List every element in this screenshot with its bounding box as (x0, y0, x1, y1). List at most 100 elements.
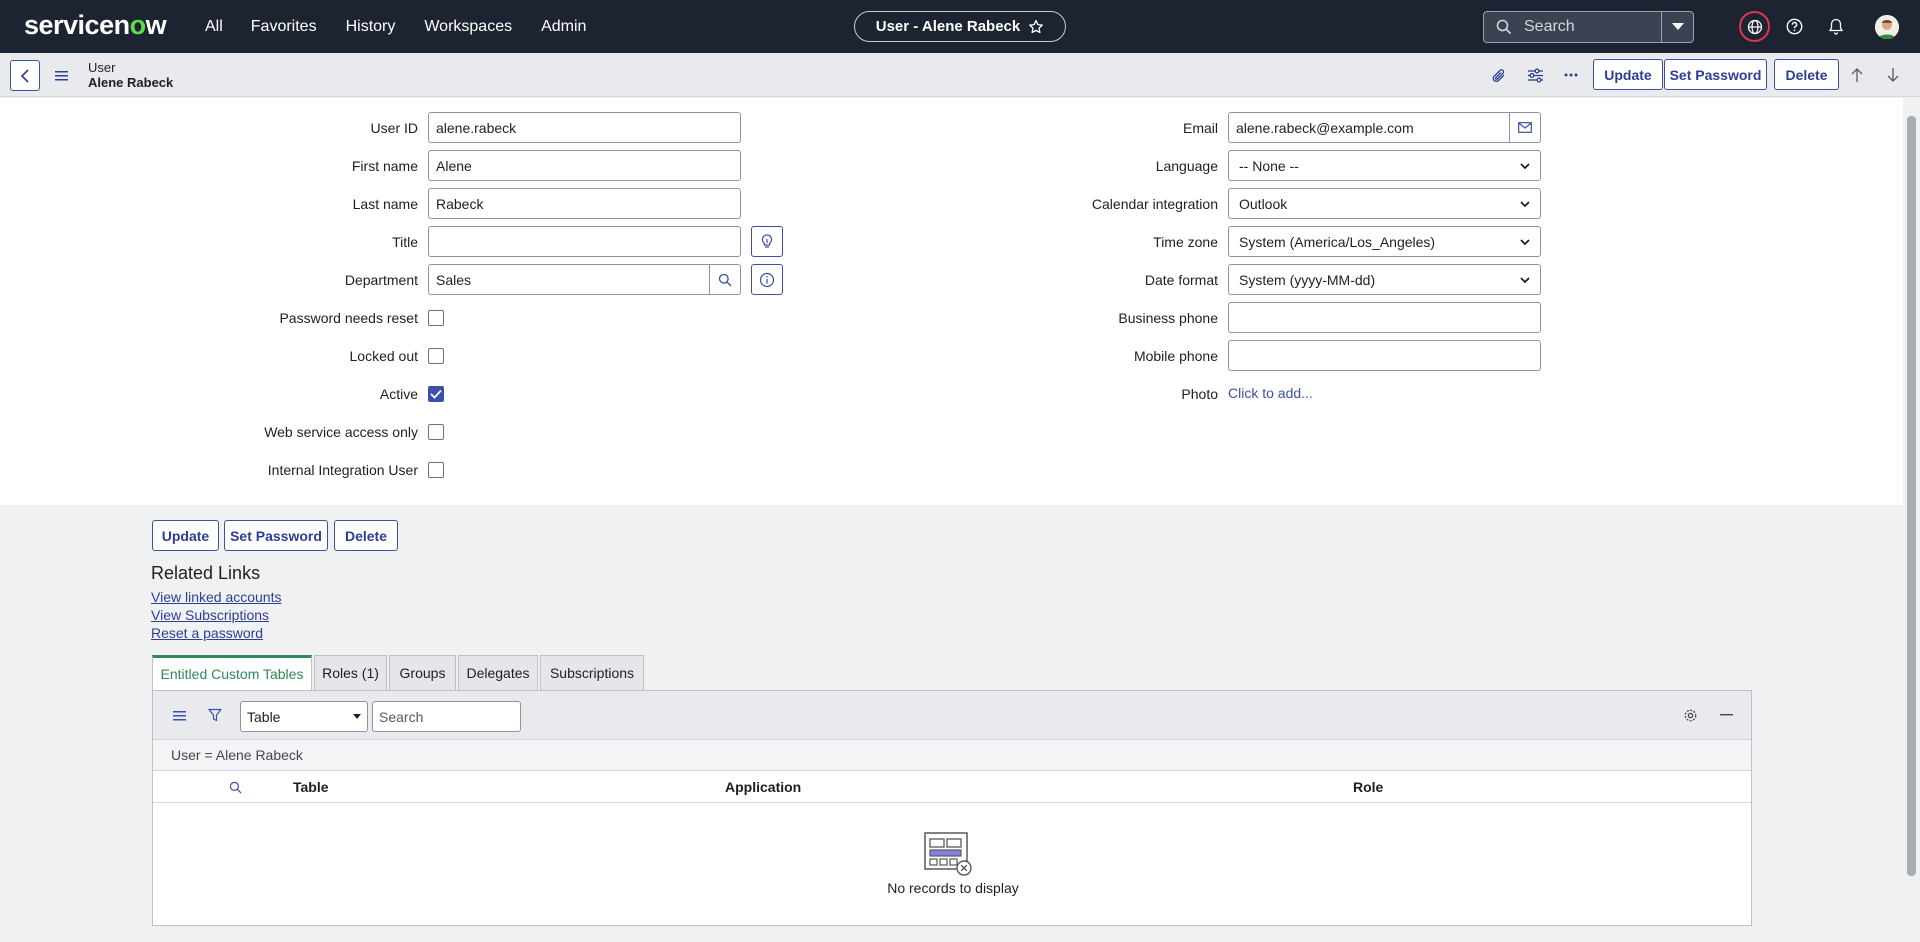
nav-history[interactable]: History (346, 18, 396, 36)
date-format-value: System (yyyy-MM-dd) (1239, 271, 1376, 288)
time-zone-select[interactable]: System (America/Los_Angeles) (1228, 226, 1541, 257)
lightbulb-icon (761, 233, 773, 248)
bell-icon[interactable] (1826, 17, 1845, 36)
reset-password-link[interactable]: Reset a password (151, 625, 263, 641)
nav-favorites[interactable]: Favorites (251, 18, 317, 36)
help-icon[interactable] (1785, 17, 1804, 36)
search-field-select[interactable]: Table (240, 701, 368, 732)
view-linked-accounts-link[interactable]: View linked accounts (151, 589, 281, 605)
delete-button[interactable]: Delete (1774, 59, 1839, 90)
list-toolbar: Table Search (153, 691, 1751, 739)
web-service-access-label: Web service access only (264, 424, 418, 440)
department-info-button[interactable] (751, 264, 783, 295)
back-button[interactable] (10, 60, 40, 91)
search-input[interactable]: Search (1524, 18, 1661, 36)
column-header-table[interactable]: Table (293, 779, 329, 795)
bottom-update-button[interactable]: Update (152, 520, 219, 551)
tab-entitled-custom-tables[interactable]: Entitled Custom Tables (152, 655, 312, 690)
user-id-field[interactable]: alene.rabeck (428, 112, 741, 143)
view-subscriptions-link[interactable]: View Subscriptions (151, 607, 269, 623)
email-field[interactable]: alene.rabeck@example.com (1228, 112, 1510, 143)
photo-label: Photo (1181, 386, 1218, 402)
info-icon (759, 272, 775, 287)
last-name-field[interactable]: Rabeck (428, 188, 741, 219)
internal-integration-user-checkbox[interactable] (428, 462, 444, 478)
context-menu-icon[interactable] (55, 68, 68, 84)
arrow-up-icon[interactable] (1848, 66, 1866, 84)
business-phone-field[interactable] (1228, 302, 1541, 333)
form-record-name: Alene Rabeck (88, 75, 174, 90)
caret-down-icon (353, 714, 361, 719)
caret-down-icon (1671, 23, 1684, 30)
search-scope-dropdown[interactable] (1661, 12, 1693, 42)
tab-groups[interactable]: Groups (389, 655, 456, 690)
calendar-integration-select[interactable]: Outlook (1228, 188, 1541, 219)
nav-all[interactable]: All (205, 18, 223, 36)
search-icon (1496, 19, 1512, 35)
more-options-icon[interactable] (1562, 66, 1580, 84)
title-suggestion-button[interactable] (751, 226, 783, 257)
form-table-name: User (88, 60, 116, 75)
last-name-label: Last name (352, 196, 418, 212)
list-column-headers: Table Application Role (153, 771, 1751, 803)
arrow-down-icon[interactable] (1884, 66, 1902, 84)
set-password-button[interactable]: Set Password (1664, 59, 1767, 90)
title-field[interactable] (428, 226, 741, 257)
date-format-select[interactable]: System (yyyy-MM-dd) (1228, 264, 1541, 295)
column-header-role[interactable]: Role (1353, 779, 1383, 795)
tab-delegates[interactable]: Delegates (458, 655, 538, 690)
nav-menu: All Favorites History Workspaces Admin (205, 0, 615, 53)
filter-icon[interactable] (206, 706, 224, 724)
bottom-delete-button[interactable]: Delete (334, 520, 398, 551)
collapse-icon[interactable] (1717, 706, 1735, 724)
language-select[interactable]: -- None -- (1228, 150, 1541, 181)
nav-workspaces[interactable]: Workspaces (424, 18, 512, 36)
personalize-form-icon[interactable] (1526, 66, 1544, 84)
search-icon (718, 273, 732, 286)
breadcrumb-filter[interactable]: User = Alene Rabeck (153, 739, 1751, 771)
list-menu-icon[interactable] (170, 706, 188, 724)
send-email-button[interactable] (1509, 112, 1541, 143)
department-field[interactable]: Sales (428, 264, 710, 295)
first-name-field[interactable]: Alene (428, 150, 741, 181)
empty-list-icon (923, 831, 973, 880)
attachment-icon[interactable] (1490, 66, 1508, 84)
locked-out-label: Locked out (349, 348, 419, 364)
list-search-input[interactable]: Search (372, 701, 521, 732)
password-needs-reset-label: Password needs reset (279, 310, 418, 326)
password-needs-reset-checkbox[interactable] (428, 310, 444, 326)
department-lookup-button[interactable] (709, 264, 741, 295)
chevron-down-icon (1520, 162, 1530, 169)
mobile-phone-label: Mobile phone (1133, 348, 1218, 364)
email-label: Email (1182, 120, 1218, 136)
tab-subscriptions[interactable]: Subscriptions (540, 655, 644, 690)
mobile-phone-field[interactable] (1228, 340, 1541, 371)
search-field-value: Table (247, 708, 281, 725)
search-icon[interactable] (229, 781, 242, 794)
user-avatar[interactable] (1875, 15, 1899, 39)
active-checkbox[interactable] (428, 386, 444, 402)
nav-admin[interactable]: Admin (541, 18, 586, 36)
star-icon[interactable] (1028, 19, 1044, 35)
web-service-access-checkbox[interactable] (428, 424, 444, 440)
page-scrollbar[interactable] (1903, 98, 1920, 942)
form-header: User Alene Rabeck Update Set Password De… (0, 53, 1920, 97)
bottom-set-password-button[interactable]: Set Password (224, 520, 328, 551)
title-label: Title (392, 234, 418, 250)
scrollbar-thumb[interactable] (1907, 116, 1916, 876)
photo-add-link[interactable]: Click to add... (1228, 385, 1313, 401)
global-search[interactable]: Search (1483, 11, 1694, 43)
gear-icon[interactable] (1681, 706, 1699, 724)
tab-roles[interactable]: Roles (1) (314, 655, 387, 690)
locked-out-checkbox[interactable] (428, 348, 444, 364)
calendar-integration-value: Outlook (1239, 195, 1288, 212)
scope-picker-button[interactable] (1739, 11, 1770, 42)
record-title: User - Alene Rabeck (875, 18, 1021, 35)
language-value: -- None -- (1239, 157, 1299, 174)
update-button[interactable]: Update (1593, 59, 1663, 90)
active-label: Active (379, 386, 418, 402)
record-title-pill[interactable]: User - Alene Rabeck (854, 11, 1066, 42)
business-phone-label: Business phone (1118, 310, 1218, 326)
servicenow-logo[interactable]: servicenow (24, 10, 167, 41)
column-header-application[interactable]: Application (725, 779, 801, 795)
